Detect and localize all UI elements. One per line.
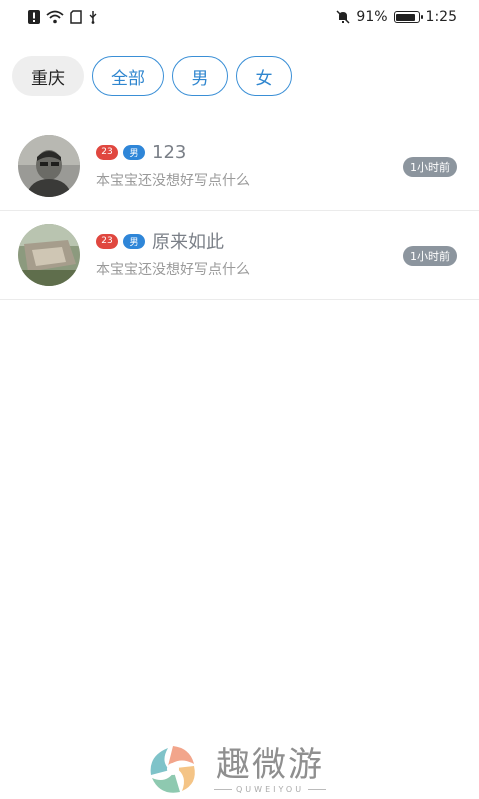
clock: 1:25 [425,9,457,25]
age-badge: 23 [96,144,118,160]
battery-percent: 91% [356,9,388,25]
avatar[interactable] [18,224,80,286]
filter-bar: 重庆 全部 男 女 [12,56,292,96]
brand-watermark: 趣微游 QUWEIYOU [146,742,326,796]
sim-icon [70,10,82,24]
mute-icon [336,10,350,24]
battery-icon [393,11,423,23]
alert-icon [28,10,40,24]
brand-name: 趣微游 [216,744,325,785]
brand-subtitle: QUWEIYOU [214,785,326,794]
status-left [28,10,98,24]
filter-male[interactable]: 男 [172,56,228,96]
status-bar: 91% 1:25 [0,0,479,34]
brand-logo-icon [146,742,200,796]
name-line: 23 男 123 [96,140,250,164]
wifi-icon [46,10,64,24]
filter-all[interactable]: 全部 [92,56,164,96]
nickname: 123 [152,141,187,163]
user-info: 23 男 123 本宝宝还没想好写点什么 [96,140,250,190]
user-row[interactable]: 23 男 123 本宝宝还没想好写点什么 1小时前 [0,122,479,211]
time-badge: 1小时前 [403,157,457,177]
signature: 本宝宝还没想好写点什么 [96,262,250,278]
gender-badge: 男 [123,144,145,160]
gender-badge: 男 [123,233,145,249]
user-info: 23 男 原来如此 本宝宝还没想好写点什么 [96,229,250,279]
status-right: 91% 1:25 [336,9,457,25]
brand-text: 趣微游 QUWEIYOU [214,745,326,794]
user-list: 23 男 123 本宝宝还没想好写点什么 1小时前 23 男 原来如此 本宝宝还… [0,122,479,300]
avatar[interactable] [18,135,80,197]
signature: 本宝宝还没想好写点什么 [96,173,250,189]
user-row[interactable]: 23 男 原来如此 本宝宝还没想好写点什么 1小时前 [0,211,479,300]
battery-level [396,13,416,21]
city-selector[interactable]: 重庆 [12,56,84,96]
time-badge: 1小时前 [403,246,457,266]
age-badge: 23 [96,233,118,249]
name-line: 23 男 原来如此 [96,229,250,253]
usb-icon [88,10,98,24]
nickname: 原来如此 [152,232,224,253]
filter-female[interactable]: 女 [236,56,292,96]
